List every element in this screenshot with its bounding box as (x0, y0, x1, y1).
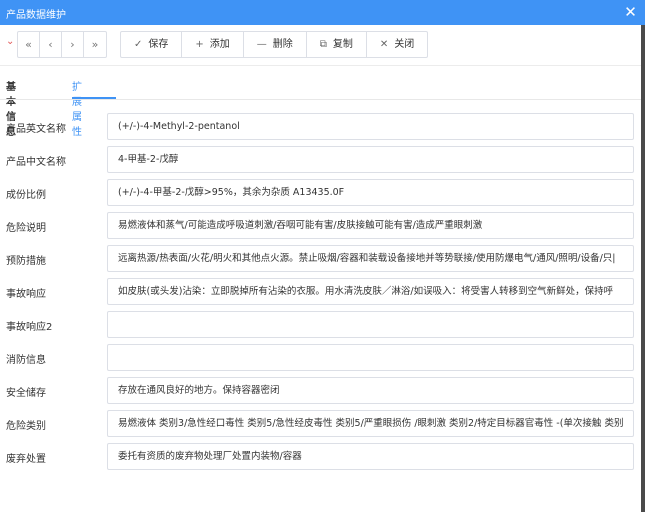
close-label: 关闭 (394, 39, 415, 50)
field-label: 事故响应2 (6, 322, 53, 333)
field-input[interactable]: (+/-)-4-甲基-2-戊醇>95%，其余为杂质 A13435.0F (107, 179, 634, 206)
check-icon: ✓ (134, 39, 143, 50)
form-row: 消防信息 (0, 344, 641, 371)
add-button[interactable]: + 添加 (182, 32, 244, 57)
chevron-down-icon[interactable]: ⌄ (6, 36, 14, 47)
field-label: 事故响应 (6, 289, 46, 300)
form-row: 安全储存 存放在通风良好的地方。保持容器密闭 (0, 377, 641, 404)
form-row: 事故响应 如皮肤(或头发)沾染：立即脱掉所有沾染的衣服。用水清洗皮肤／淋浴/如误吸… (0, 278, 641, 305)
next-button[interactable]: › (62, 32, 84, 57)
form-row: 产品英文名称 (+/-)-4-Methyl-2-pentanol (0, 113, 641, 140)
copy-button[interactable]: ⧉ 复制 (307, 32, 367, 57)
window-edge (641, 25, 645, 512)
field-input[interactable] (107, 344, 634, 371)
field-input[interactable]: 易燃液体 类别3/急性经口毒性 类别5/急性经皮毒性 类别5/严重眼损伤 /眼刺… (107, 410, 634, 437)
toolbar-divider (0, 65, 641, 66)
prev-button[interactable]: ‹ (40, 32, 62, 57)
action-buttons: ✓ 保存 + 添加 — 删除 ⧉ 复制 ✕ 关闭 (120, 31, 429, 58)
form-row: 危险类别 易燃液体 类别3/急性经口毒性 类别5/急性经皮毒性 类别5/严重眼损伤… (0, 410, 641, 437)
field-label: 成份比例 (6, 190, 46, 201)
field-input[interactable] (107, 311, 634, 338)
form-row: 成份比例 (+/-)-4-甲基-2-戊醇>95%，其余为杂质 A13435.0F (0, 179, 641, 206)
title-bar: 产品数据维护 ✕ (0, 0, 645, 25)
field-label: 危险类别 (6, 421, 46, 432)
copy-label: 复制 (332, 39, 353, 50)
delete-button[interactable]: — 删除 (244, 32, 307, 57)
form-row: 废弃处置 委托有资质的废弃物处理厂处置内装物/容器 (0, 443, 641, 470)
field-label: 消防信息 (6, 355, 46, 366)
save-label: 保存 (148, 39, 169, 50)
delete-label: 删除 (272, 39, 293, 50)
tab-divider (0, 99, 641, 100)
field-label: 产品英文名称 (6, 124, 66, 135)
field-label: 安全储存 (6, 388, 46, 399)
form-row: 危险说明 易燃液体和蒸气/可能造成呼吸道刺激/吞咽可能有害/皮肤接触可能有害/造成… (0, 212, 641, 239)
field-input[interactable]: 易燃液体和蒸气/可能造成呼吸道刺激/吞咽可能有害/皮肤接触可能有害/造成严重眼刺… (107, 212, 634, 239)
plus-icon: + (195, 39, 204, 50)
save-button[interactable]: ✓ 保存 (121, 32, 183, 57)
field-label: 预防措施 (6, 256, 46, 267)
close-icon[interactable]: ✕ (622, 3, 639, 22)
field-label: 产品中文名称 (6, 157, 66, 168)
x-icon: ✕ (379, 39, 389, 50)
field-input[interactable]: 如皮肤(或头发)沾染：立即脱掉所有沾染的衣服。用水清洗皮肤／淋浴/如误吸入：将受… (107, 278, 634, 305)
last-button[interactable]: » (84, 32, 106, 57)
record-navigation: «‹ ›» (17, 31, 107, 58)
field-input[interactable]: 远离热源/热表面/火花/明火和其他点火源。禁止吸烟/容器和装载设备接地并等势联接… (107, 245, 634, 272)
field-label: 废弃处置 (6, 454, 46, 465)
form-row: 产品中文名称 4-甲基-2-戊醇 (0, 146, 641, 173)
field-input[interactable]: 委托有资质的废弃物处理厂处置内装物/容器 (107, 443, 634, 470)
form-row: 预防措施 远离热源/热表面/火花/明火和其他点火源。禁止吸烟/容器和装载设备接地并… (0, 245, 641, 272)
window-title: 产品数据维护 (6, 10, 66, 21)
minus-icon: — (256, 39, 267, 50)
add-label: 添加 (209, 39, 230, 50)
field-label: 危险说明 (6, 223, 46, 234)
field-input[interactable]: (+/-)-4-Methyl-2-pentanol (107, 113, 634, 140)
field-input[interactable]: 存放在通风良好的地方。保持容器密闭 (107, 377, 634, 404)
form-row: 事故响应2 (0, 311, 641, 338)
field-input[interactable]: 4-甲基-2-戊醇 (107, 146, 634, 173)
first-button[interactable]: « (18, 32, 40, 57)
close-button[interactable]: ✕ 关闭 (367, 32, 427, 57)
copy-icon: ⧉ (319, 39, 327, 50)
